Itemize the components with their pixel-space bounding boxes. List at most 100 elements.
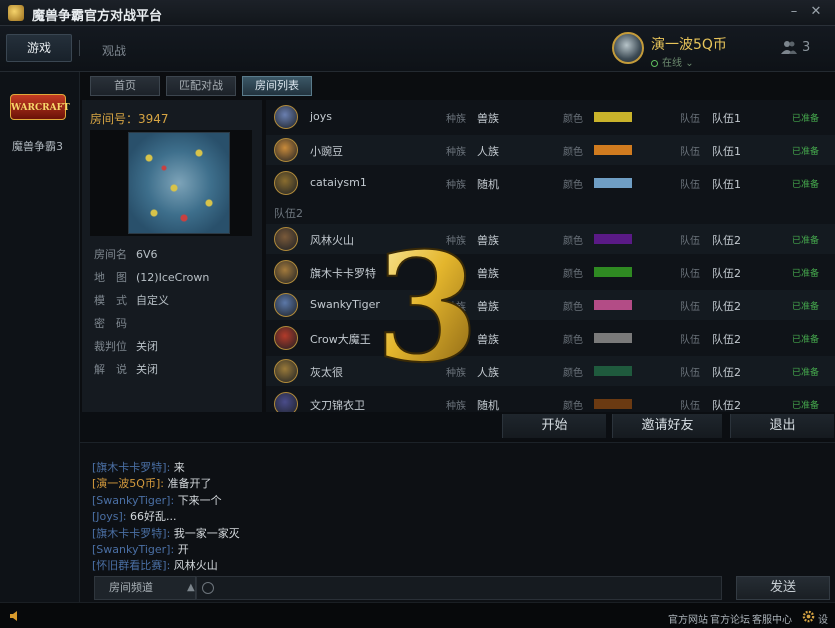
- minimize-icon[interactable]: –: [786, 4, 802, 20]
- official-site-link[interactable]: 官方网站: [668, 611, 708, 626]
- player-color-swatch: [594, 178, 632, 188]
- chat-log[interactable]: [旗木卡卡罗特]: 来 [演一波5Q币]: 准备开了 [SwankyTiger]: …: [80, 442, 835, 574]
- player-row[interactable]: cataiysm1 种族 随机 颜色 队伍 队伍1 已准备: [266, 168, 835, 198]
- chat-sender[interactable]: [SwankyTiger]:: [92, 494, 174, 507]
- player-row[interactable]: 风林火山 种族 兽族 颜色 队伍 队伍2 已准备: [266, 224, 835, 254]
- status-bar: 官方网站 官方论坛 客服中心 设置: [0, 602, 835, 628]
- player-name[interactable]: joys: [310, 110, 332, 123]
- invite-friends-button[interactable]: 邀请好友: [612, 414, 722, 438]
- player-avatar[interactable]: [274, 260, 298, 284]
- race-label: 种族: [446, 114, 466, 125]
- player-avatar[interactable]: [274, 227, 298, 251]
- player-row[interactable]: 灰太很 种族 人族 颜色 队伍 队伍2 已准备: [266, 356, 835, 386]
- room-referee-value: 关闭: [136, 340, 158, 353]
- room-commentary-value: 关闭: [136, 363, 158, 376]
- player-name[interactable]: 文刀锦衣卫: [310, 397, 365, 412]
- official-forum-link[interactable]: 官方论坛: [710, 611, 750, 626]
- chat-sender[interactable]: [怀旧群看比赛]:: [92, 559, 170, 572]
- tab-matchmaking[interactable]: 匹配对战: [166, 76, 236, 96]
- start-button[interactable]: 开始: [502, 414, 606, 438]
- room-name-row: 房间名 6V6: [94, 246, 158, 262]
- settings-label[interactable]: 设置: [818, 611, 835, 628]
- countdown-number: 3: [374, 232, 480, 382]
- ready-status: 已准备: [792, 302, 820, 312]
- chat-sender[interactable]: [演一波5Q币]:: [92, 477, 164, 490]
- player-avatar[interactable]: [274, 293, 298, 317]
- tab-home[interactable]: 首页: [90, 76, 160, 96]
- online-status-icon: [651, 59, 658, 67]
- user-name[interactable]: 演一波5Q币: [651, 34, 727, 54]
- tab-room-list[interactable]: 房间列表: [242, 76, 312, 96]
- race-label: 种族: [446, 180, 466, 191]
- player-row[interactable]: SwankyTiger 种族 兽族 颜色 队伍 队伍2 已准备: [266, 290, 835, 320]
- channel-select[interactable]: 房间频道 ▲: [94, 576, 196, 600]
- chat-sender[interactable]: [SwankyTiger]:: [92, 543, 174, 556]
- chat-input[interactable]: [196, 576, 722, 600]
- chat-message: [旗木卡卡罗特]: 来: [92, 459, 185, 475]
- player-avatar[interactable]: [274, 138, 298, 162]
- room-mode-row: 模 式自定义: [94, 292, 169, 308]
- color-label: 颜色: [563, 269, 583, 280]
- player-row[interactable]: 小豌豆 种族 人族 颜色 队伍 队伍1 已准备: [266, 135, 835, 165]
- sidebar-item-warcraft3[interactable]: 魔兽争霸3: [12, 138, 63, 154]
- player-avatar[interactable]: [274, 359, 298, 383]
- room-id: 房间号：3947: [90, 112, 169, 126]
- player-name[interactable]: 小豌豆: [310, 143, 343, 159]
- app-logo-icon: [8, 5, 24, 21]
- team-label: 队伍: [680, 147, 700, 158]
- player-team: 队伍2: [712, 267, 741, 280]
- channel-label: 房间频道: [109, 581, 153, 594]
- player-avatar[interactable]: [274, 326, 298, 350]
- tab-watch[interactable]: 观战: [102, 42, 126, 59]
- warcraft-logo[interactable]: WARCRAFT: [10, 94, 70, 120]
- map-image: [128, 132, 230, 234]
- tab-game[interactable]: 游戏: [6, 34, 72, 62]
- chat-sender[interactable]: [旗木卡卡罗特]:: [92, 527, 170, 540]
- chat-text: 准备开了: [167, 477, 212, 491]
- player-row[interactable]: 文刀锦衣卫 种族 随机 颜色 队伍 队伍2 已准备: [266, 389, 835, 412]
- ready-status: 已准备: [792, 114, 820, 124]
- player-team: 队伍1: [712, 145, 741, 158]
- emoji-icon[interactable]: [202, 582, 214, 594]
- player-team: 队伍2: [712, 234, 741, 247]
- player-avatar[interactable]: [274, 105, 298, 129]
- user-status[interactable]: 在线 ⌄: [651, 54, 694, 69]
- title-bar: 魔兽争霸官方对战平台 – ✕: [0, 0, 835, 26]
- player-name[interactable]: Crow大魔王: [310, 331, 371, 347]
- player-row[interactable]: 旗木卡卡罗特 种族 兽族 颜色 队伍 队伍2 已准备: [266, 257, 835, 287]
- color-label: 颜色: [563, 147, 583, 158]
- ready-status: 已准备: [792, 335, 820, 345]
- color-label: 颜色: [563, 114, 583, 125]
- close-icon[interactable]: ✕: [808, 4, 824, 20]
- player-name[interactable]: SwankyTiger: [310, 298, 380, 311]
- player-name[interactable]: 灰太很: [310, 364, 343, 380]
- exit-button[interactable]: 退出: [730, 414, 834, 438]
- player-name[interactable]: cataiysm1: [310, 176, 367, 189]
- room-commentary-label: 解 说: [94, 363, 127, 376]
- room-name-value: 6V6: [136, 248, 158, 261]
- support-center-link[interactable]: 客服中心: [752, 611, 792, 626]
- chat-message: [演一波5Q币]: 准备开了: [92, 475, 211, 491]
- player-name[interactable]: 旗木卡卡罗特: [310, 265, 376, 281]
- player-avatar[interactable]: [274, 392, 298, 412]
- chat-sender[interactable]: [旗木卡卡罗特]:: [92, 461, 170, 474]
- player-name[interactable]: 风林火山: [310, 232, 354, 248]
- player-color-swatch: [594, 234, 632, 244]
- speaker-icon[interactable]: [10, 611, 22, 621]
- user-status-label: 在线: [662, 58, 682, 69]
- player-color-swatch: [594, 333, 632, 343]
- send-button[interactable]: 发送: [736, 576, 830, 600]
- player-avatar[interactable]: [274, 171, 298, 195]
- player-row[interactable]: joys 种族 兽族 颜色 队伍 队伍1 已准备: [266, 102, 835, 132]
- chat-sender[interactable]: [Joys]:: [92, 510, 127, 523]
- room-map-row: 地 图 (12)IceCrown: [94, 269, 209, 285]
- friends-icon[interactable]: [781, 40, 797, 54]
- gear-icon[interactable]: [802, 610, 815, 623]
- color-label: 颜色: [563, 302, 583, 313]
- color-label: 颜色: [563, 368, 583, 379]
- chat-message: [旗木卡卡罗特]: 我一家一家灭: [92, 525, 240, 541]
- player-row[interactable]: Crow大魔王 种族 兽族 颜色 队伍 队伍2 已准备: [266, 323, 835, 353]
- color-label: 颜色: [563, 335, 583, 346]
- chat-message: [Joys]: 66好乱...: [92, 508, 177, 524]
- user-avatar[interactable]: [612, 32, 644, 64]
